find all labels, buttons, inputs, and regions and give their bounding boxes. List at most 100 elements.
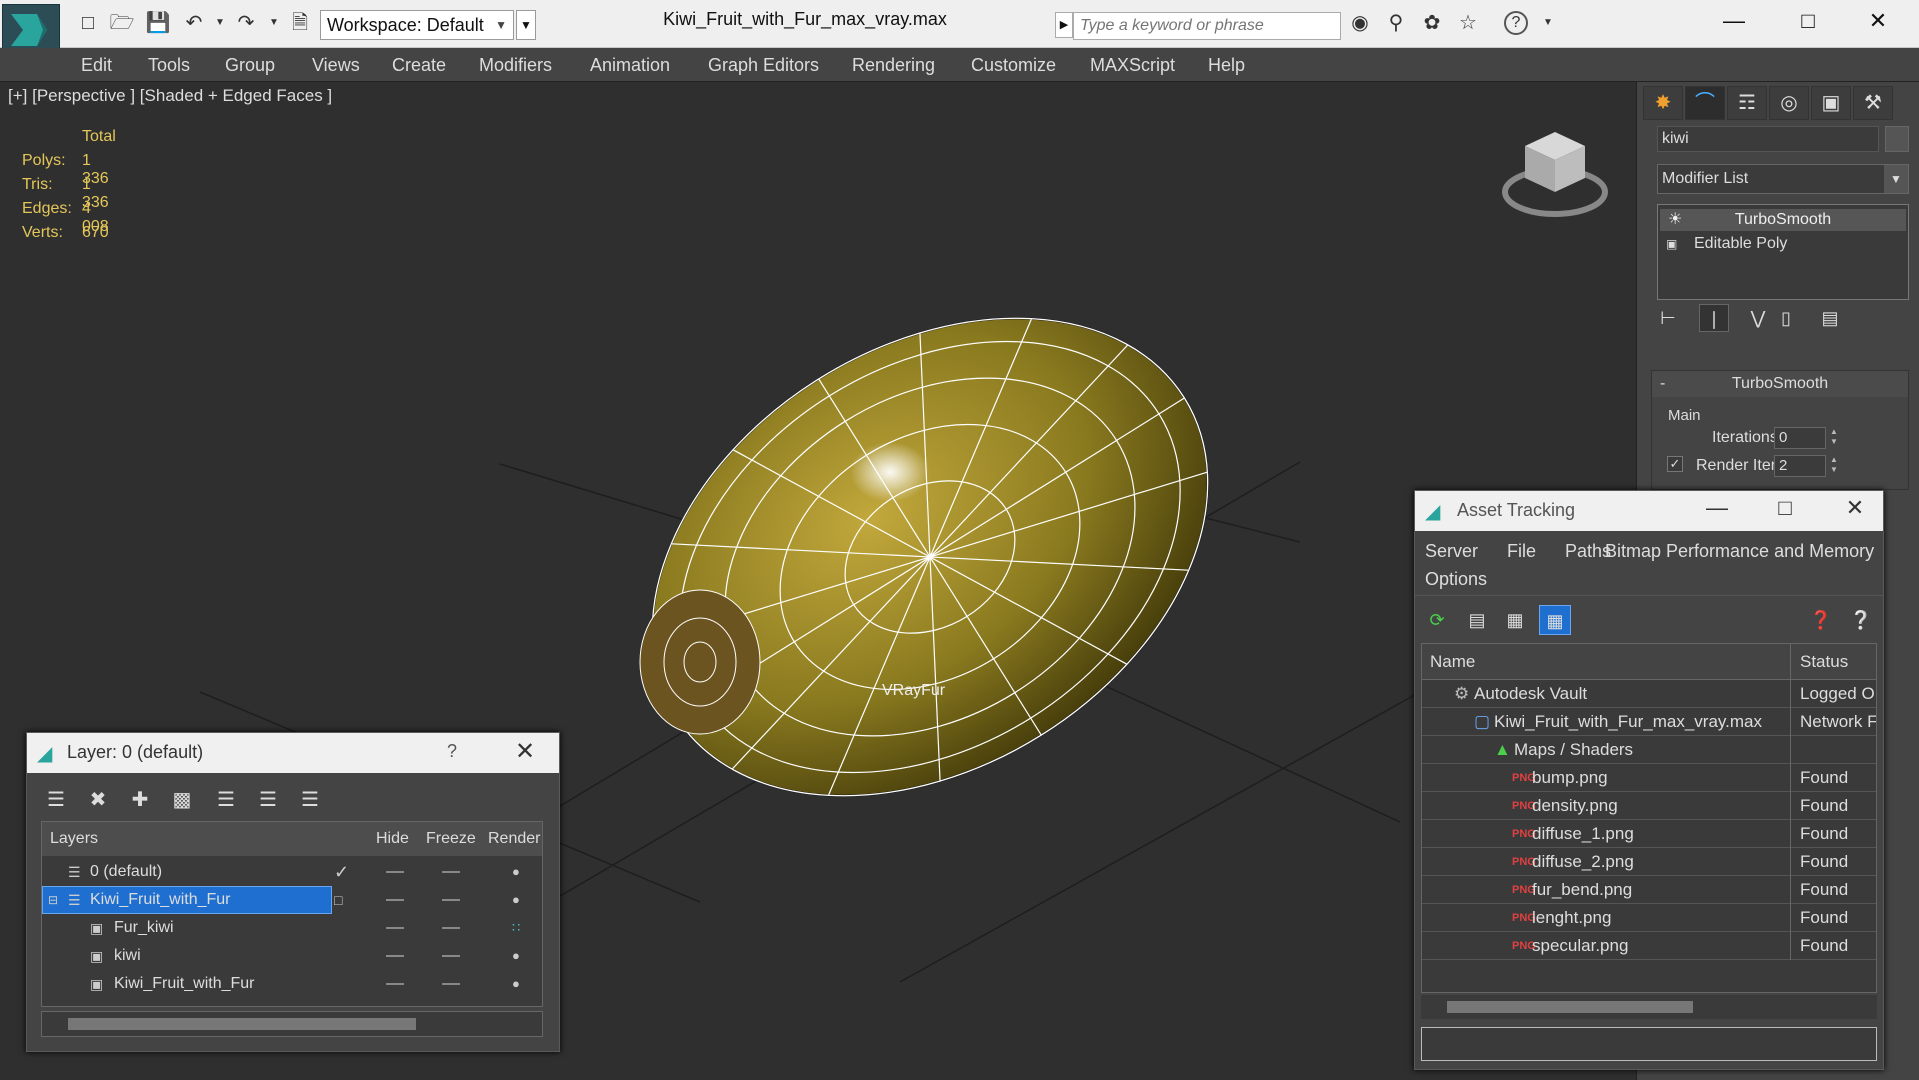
asset-row[interactable]: PNG diffuse_2.png Found xyxy=(1422,848,1876,876)
rollout-header[interactable]: - TurboSmooth xyxy=(1652,371,1908,397)
create-tab-icon[interactable]: ✸ xyxy=(1643,86,1683,120)
asset-row[interactable]: PNG bump.png Found xyxy=(1422,764,1876,792)
column-header[interactable]: Hide xyxy=(376,830,409,848)
redo-icon[interactable]: ↷ xyxy=(232,10,260,36)
display-tab-icon[interactable]: ▣ xyxy=(1811,86,1851,120)
spinner-arrows-icon[interactable]: ▲ ▼ xyxy=(1828,427,1840,449)
add-selection-icon[interactable]: ▩ xyxy=(167,785,197,815)
modifier-list-dropdown[interactable]: Modifier List ▼ xyxy=(1657,164,1909,194)
menu-customize[interactable]: Customize xyxy=(971,50,1056,80)
save-file-icon[interactable]: 💾 xyxy=(144,10,172,36)
stack-item-editable-poly[interactable]: ▣ Editable Poly xyxy=(1660,233,1906,255)
render-teapot-icon[interactable]: ● xyxy=(512,886,520,914)
help-icon[interactable]: ? xyxy=(1504,11,1528,35)
minimize-icon[interactable]: — xyxy=(1697,495,1737,521)
help-dropdown-icon[interactable]: ▼ xyxy=(1534,10,1562,36)
asset-row[interactable]: ▲ Maps / Shaders xyxy=(1422,736,1876,764)
layer-settings-icon[interactable]: ☰ xyxy=(41,785,71,815)
menu-edit[interactable]: Edit xyxy=(81,50,112,80)
pin-stack-icon[interactable]: ⊢ xyxy=(1653,304,1683,332)
communication-icon[interactable]: ✿ xyxy=(1418,10,1446,36)
redo-dropdown-icon[interactable]: ▼ xyxy=(260,10,288,36)
add-layer-icon[interactable]: ✚ xyxy=(125,785,155,815)
render-teapot-icon[interactable]: ● xyxy=(512,970,520,998)
maximize-icon[interactable]: □ xyxy=(1765,495,1805,521)
asset-row[interactable]: PNG fur_bend.png Found xyxy=(1422,876,1876,904)
hierarchy-tab-icon[interactable]: ☶ xyxy=(1727,86,1767,120)
layer-dialog-titlebar[interactable]: ◢ Layer: 0 (default) ? ✕ xyxy=(27,733,559,773)
project-folder-icon[interactable]: 🗎 xyxy=(286,10,314,36)
column-divider[interactable] xyxy=(1790,644,1791,680)
utilities-tab-icon[interactable]: ⚒ xyxy=(1853,86,1893,120)
undo-dropdown-icon[interactable]: ▼ xyxy=(206,10,234,36)
close-button[interactable]: ✕ xyxy=(1848,4,1908,38)
freeze-toggle[interactable] xyxy=(442,927,460,929)
motion-tab-icon[interactable]: ◎ xyxy=(1769,86,1809,120)
render-iters-spinner[interactable]: 2 xyxy=(1774,455,1826,477)
remove-modifier-icon[interactable]: ▯ xyxy=(1771,304,1801,332)
menu-modifiers[interactable]: Modifiers xyxy=(479,50,552,80)
menu-views[interactable]: Views xyxy=(312,50,360,80)
menu-file[interactable]: File xyxy=(1507,541,1536,562)
layer-row[interactable]: ▣ Kiwi_Fruit_with_Fur ● xyxy=(42,970,542,998)
hide-toggle[interactable] xyxy=(386,955,404,957)
column-header[interactable]: Render xyxy=(488,830,540,848)
asset-path-field[interactable] xyxy=(1421,1027,1877,1061)
menu-group[interactable]: Group xyxy=(225,50,275,80)
make-unique-icon[interactable]: ⋁ xyxy=(1743,304,1773,332)
column-header[interactable]: Name xyxy=(1430,652,1475,672)
menu-maxscript[interactable]: MAXScript xyxy=(1090,50,1175,80)
expand-plus-icon[interactable]: ▣ xyxy=(1666,233,1677,255)
close-icon[interactable]: ✕ xyxy=(1835,495,1875,521)
lightbulb-icon[interactable]: ☀ xyxy=(1668,209,1682,231)
detail-view-icon[interactable]: ▦ xyxy=(1499,605,1531,635)
menu-bitmap-performance-label[interactable]: Bitmap Performance and Memory xyxy=(1605,541,1874,562)
column-header[interactable]: Status xyxy=(1800,652,1848,672)
maximize-button[interactable]: □ xyxy=(1778,4,1838,38)
stack-item-turbosmooth[interactable]: ☀ TurboSmooth xyxy=(1660,209,1906,231)
spinner-arrows-icon[interactable]: ▲ ▼ xyxy=(1828,455,1840,477)
scrollbar-thumb[interactable] xyxy=(1447,1001,1693,1013)
iterations-spinner[interactable]: 0 xyxy=(1774,427,1826,449)
hide-toggle[interactable] xyxy=(386,927,404,929)
layer-row[interactable]: ▣ kiwi ● xyxy=(42,942,542,970)
show-end-result-icon[interactable]: ∣ xyxy=(1699,304,1729,332)
render-iters-checkbox[interactable]: ✓ xyxy=(1667,456,1683,472)
close-icon[interactable]: ✕ xyxy=(515,737,535,766)
table-view-icon[interactable]: ▦ xyxy=(1539,605,1571,635)
viewcube-icon[interactable] xyxy=(1500,122,1610,222)
list-view-icon[interactable]: ▤ xyxy=(1461,605,1493,635)
configure-sets-icon[interactable]: ▤ xyxy=(1815,304,1845,332)
delete-layer-icon[interactable]: ✖ xyxy=(83,785,113,815)
layer-row[interactable]: ☰ 0 (default) ✓ ● xyxy=(42,858,542,886)
render-teapot-icon[interactable]: ● xyxy=(512,858,520,886)
open-file-icon[interactable]: 🗁 xyxy=(108,10,136,36)
menu-options[interactable]: Options xyxy=(1425,569,1487,590)
scrollbar-thumb[interactable] xyxy=(68,1018,416,1030)
menu-rendering[interactable]: Rendering xyxy=(852,50,935,80)
help-button[interactable]: ? xyxy=(447,741,457,762)
object-color-swatch[interactable] xyxy=(1885,126,1909,152)
hide-toggle[interactable] xyxy=(386,899,404,901)
minimize-button[interactable]: — xyxy=(1704,4,1764,38)
viewport-label[interactable]: [+] [Perspective ] [Shaded + Edged Faces… xyxy=(8,86,332,106)
horizontal-scrollbar[interactable] xyxy=(1421,995,1877,1019)
select-objects-icon[interactable]: ☰ xyxy=(211,785,241,815)
menu-animation[interactable]: Animation xyxy=(590,50,670,80)
layer-row[interactable]: ⊟ ☰ Kiwi_Fruit_with_Fur □ ● xyxy=(42,886,542,914)
freeze-toggle[interactable] xyxy=(442,955,460,957)
workspace-select[interactable]: Workspace: Default ▼ xyxy=(320,10,514,40)
render-teapot-icon[interactable]: ● xyxy=(512,942,520,970)
menu-create[interactable]: Create xyxy=(392,50,446,80)
key-icon[interactable]: ⚲ xyxy=(1382,10,1410,36)
asset-row[interactable]: ▢ Kiwi_Fruit_with_Fur_max_vray.max Netwo… xyxy=(1422,708,1876,736)
menu-help[interactable]: Help xyxy=(1208,50,1245,80)
asset-dialog-titlebar[interactable]: ◢ Asset Tracking — □ ✕ xyxy=(1415,491,1883,531)
object-name-field[interactable]: kiwi xyxy=(1657,126,1879,152)
freeze-toggle[interactable] xyxy=(442,871,460,873)
column-header[interactable]: Freeze xyxy=(426,830,476,848)
binoculars-icon[interactable]: ◉ xyxy=(1346,10,1374,36)
hide-toggle[interactable] xyxy=(386,983,404,985)
asset-row[interactable]: PNG diffuse_1.png Found xyxy=(1422,820,1876,848)
make-current-box-icon[interactable]: □ xyxy=(334,886,342,914)
